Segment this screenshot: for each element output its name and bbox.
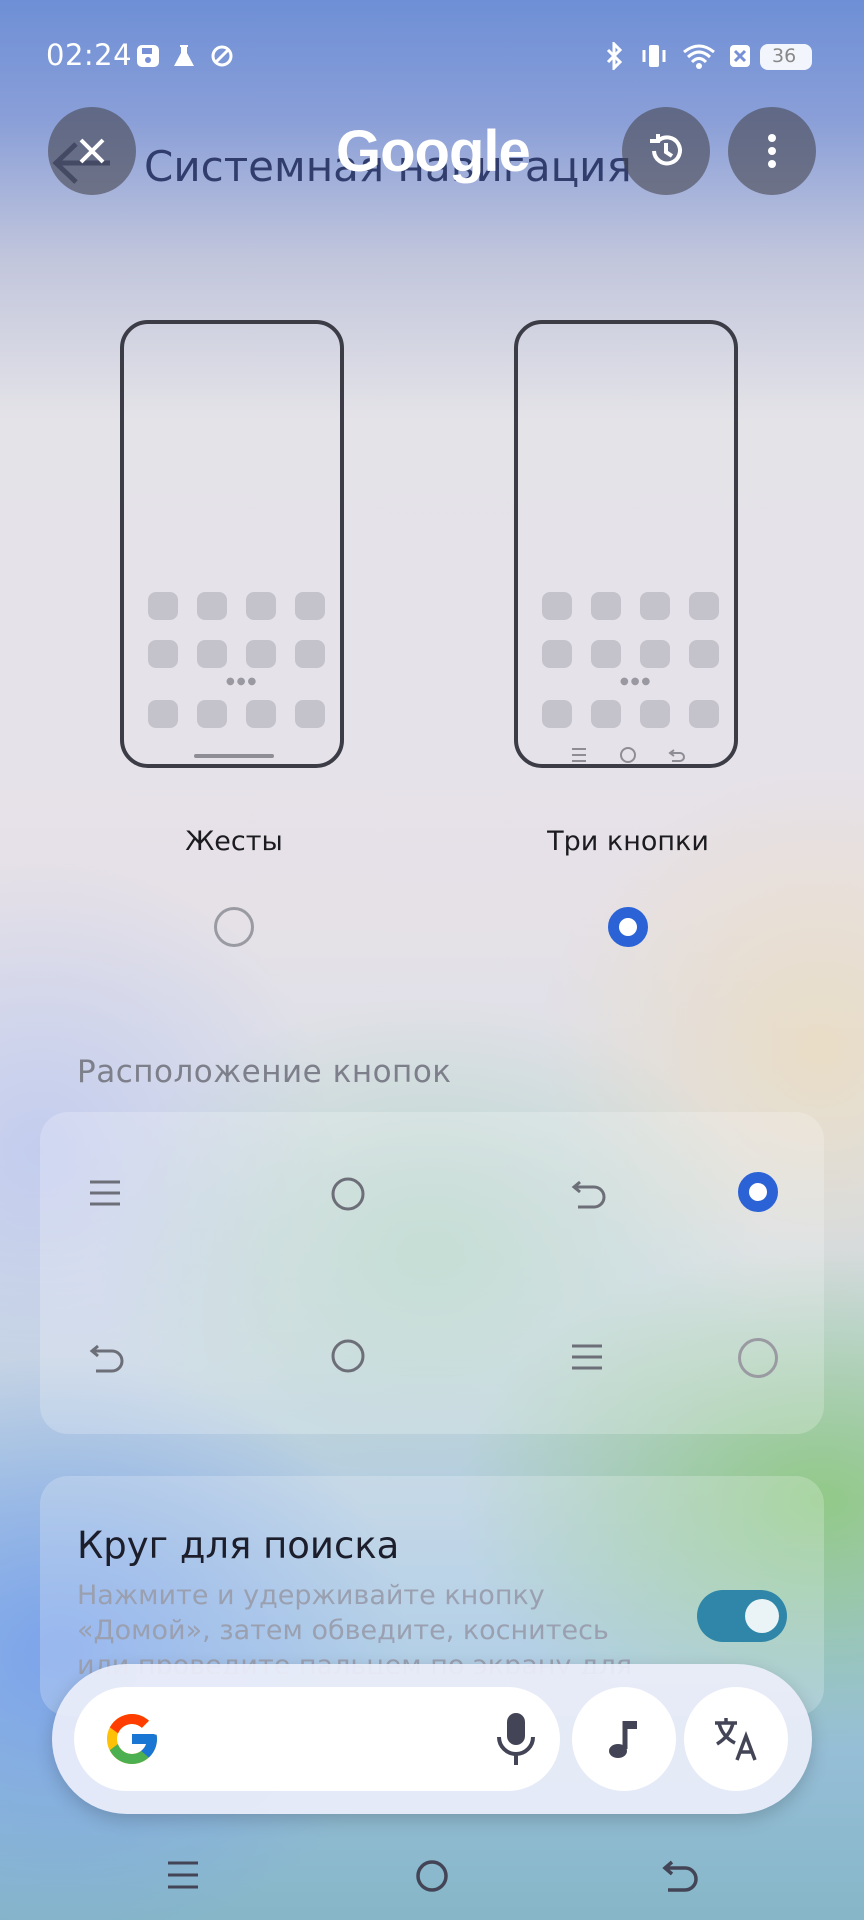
- app-icon: [295, 640, 325, 668]
- app-icon: [148, 700, 178, 728]
- back-icon: [571, 1180, 606, 1209]
- app-icon: [246, 640, 276, 668]
- mini-nav-buttons: [572, 747, 685, 763]
- battery-level: 36: [772, 45, 797, 67]
- button-layout-label: Расположение кнопок: [77, 1054, 452, 1090]
- app-icon: [640, 640, 670, 668]
- history-icon: [650, 134, 682, 166]
- home-icon: [331, 1177, 365, 1211]
- menu-icon: [572, 1344, 602, 1370]
- mic-icon[interactable]: [494, 1711, 538, 1767]
- layout-option-row-1[interactable]: [40, 1112, 824, 1272]
- close-icon: [79, 138, 105, 164]
- app-icon: [295, 700, 325, 728]
- song-search-button[interactable]: [572, 1687, 676, 1791]
- three-buttons-preview[interactable]: ●●●: [514, 320, 738, 768]
- flask-icon: [174, 45, 194, 66]
- app-icon: [197, 700, 227, 728]
- circle-to-search-description: Нажмите и удерживайте кнопку «Домой», за…: [77, 1580, 633, 1674]
- search-pill[interactable]: [74, 1687, 560, 1791]
- app-icon: [148, 592, 178, 620]
- gestures-label: Жесты: [185, 826, 283, 857]
- app-icon: [640, 700, 670, 728]
- app-icon: [689, 700, 719, 728]
- app-icon: [689, 592, 719, 620]
- recents-button[interactable]: [166, 1860, 200, 1890]
- bluetooth-icon: [606, 42, 623, 70]
- translate-icon: [715, 1718, 757, 1761]
- status-time: 02:24: [46, 38, 133, 72]
- more-vert-icon: [768, 134, 776, 168]
- app-icon: [148, 640, 178, 668]
- home-button[interactable]: [414, 1858, 450, 1894]
- app-icon: [542, 700, 572, 728]
- back-icon: [89, 1344, 124, 1373]
- app-icon: [246, 700, 276, 728]
- back-button[interactable]: [660, 1858, 698, 1894]
- layout-option-row-2[interactable]: [40, 1274, 824, 1434]
- layout-radio-1[interactable]: [738, 1172, 778, 1212]
- google-logo: Google: [336, 119, 531, 184]
- app-icon: [246, 592, 276, 620]
- more-options-button[interactable]: [728, 107, 816, 195]
- app-icon: [197, 592, 227, 620]
- app-icon: [295, 592, 325, 620]
- wifi-icon: [683, 44, 715, 69]
- app-icon: [689, 640, 719, 668]
- layout-radio-2[interactable]: [738, 1338, 778, 1378]
- status-bar: 02:24 36: [0, 0, 864, 110]
- app-icon: [591, 700, 621, 728]
- app-icon: [591, 640, 621, 668]
- page-indicator: ●●●: [620, 676, 653, 687]
- music-note-icon: [609, 1721, 637, 1758]
- circle-to-search-title: Круг для поиска: [77, 1524, 400, 1567]
- three-buttons-label: Три кнопки: [547, 826, 709, 857]
- translate-button[interactable]: [684, 1687, 788, 1791]
- app-icon: [591, 592, 621, 620]
- sync-icon: [211, 45, 233, 67]
- app-icon: [197, 640, 227, 668]
- gestures-preview[interactable]: ●●●: [120, 320, 344, 768]
- menu-icon: [90, 1180, 120, 1206]
- google-g-icon: [107, 1714, 157, 1764]
- home-icon: [331, 1339, 365, 1373]
- gesture-bar: [194, 754, 274, 758]
- gestures-radio[interactable]: [214, 907, 254, 947]
- sim-card-icon: [137, 45, 159, 67]
- button-layout-card: [40, 1112, 824, 1434]
- page-indicator: ●●●: [226, 676, 259, 687]
- battery-indicator: 36: [760, 44, 812, 70]
- vibrate-icon: [642, 45, 666, 67]
- app-icon: [542, 592, 572, 620]
- circle-to-search-toggle[interactable]: [697, 1590, 787, 1642]
- app-icon: [640, 592, 670, 620]
- toggle-knob: [745, 1599, 779, 1633]
- app-icon: [542, 640, 572, 668]
- close-button[interactable]: [48, 107, 136, 195]
- google-search-bar: [52, 1664, 812, 1814]
- system-nav-bar: [0, 1850, 864, 1910]
- three-buttons-radio[interactable]: [608, 907, 648, 947]
- history-button[interactable]: [622, 107, 710, 195]
- no-sim-icon: [730, 45, 750, 67]
